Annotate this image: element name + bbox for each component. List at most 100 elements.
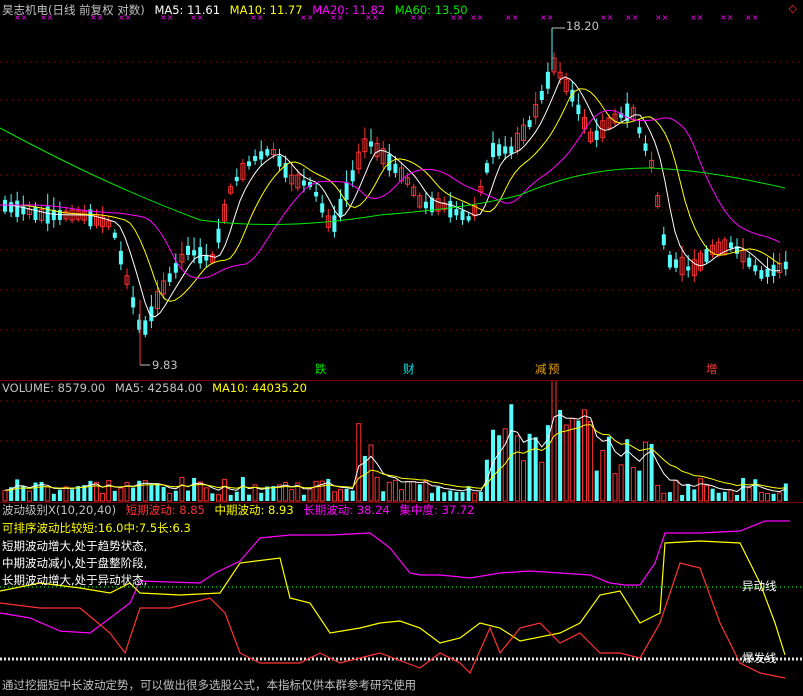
candle-down <box>9 202 14 213</box>
candle-down <box>674 259 678 268</box>
volume-bar-down <box>240 477 245 501</box>
volume-bar-down <box>558 409 563 501</box>
volume-bar-down <box>527 433 532 501</box>
candle-down <box>765 268 770 277</box>
candle-down <box>247 161 251 167</box>
volume-bar-down <box>637 470 642 501</box>
volume-bar-up <box>539 461 545 502</box>
candle-down <box>332 215 337 232</box>
volume-chart[interactable] <box>0 381 803 503</box>
volume-bar-down <box>417 484 422 501</box>
concentration-label: 集中度: 37.72 <box>399 503 475 517</box>
volume-bar-down <box>301 494 306 501</box>
ma20-label: MA20: 11.82 <box>312 3 386 17</box>
volume-bar-down <box>149 484 154 501</box>
candle-down <box>643 143 648 151</box>
signal-cross: ×× <box>720 13 733 22</box>
volume-bar-up <box>472 492 478 502</box>
volume-bar-up <box>423 480 429 502</box>
ma10-line <box>0 88 781 302</box>
volume-bar-up <box>45 486 51 502</box>
candle-down <box>503 146 508 154</box>
price-pane[interactable]: ×× ×× ×× ×× ×× ×× ×× ×× ×× ×× ×× ×× ×× ×× ×× ×× ×× ×× ×× ××… <box>0 0 803 380</box>
volume-bar-down <box>228 494 233 501</box>
candle-down <box>320 203 325 213</box>
volume-bar-down <box>210 493 215 501</box>
event-marker-1[interactable]: 跌 <box>315 362 327 377</box>
volume-pane[interactable]: VOLUME: 8579.00 MA5: 42584.00 MA10: 4403… <box>0 380 803 503</box>
volume-bar-up <box>356 423 362 502</box>
event-marker-4[interactable]: 预 <box>548 362 560 377</box>
event-marker-5[interactable]: 增 <box>706 362 718 377</box>
volume-bar-up <box>643 441 648 502</box>
volume-bar-down <box>112 490 117 501</box>
volume-bar-down <box>381 491 386 501</box>
candle-down <box>637 127 642 134</box>
candle-down <box>423 201 428 209</box>
volume-bar-down <box>186 490 190 501</box>
candle-down <box>3 199 7 212</box>
volume-bar-up <box>758 491 764 502</box>
volume-bar-down <box>680 494 685 501</box>
state-line-3: 长期波动增大,处于异动状态, <box>2 573 148 587</box>
candle-down <box>137 319 142 330</box>
signal-cross: ×× <box>745 13 758 22</box>
volume-bar-down <box>436 487 441 501</box>
candle-down <box>259 151 264 160</box>
candle-down <box>338 198 343 216</box>
candle-down <box>216 228 221 243</box>
volume-bar-up <box>399 489 404 502</box>
volume-bar-down <box>741 477 746 501</box>
candle-down <box>686 266 691 271</box>
volume-bar-down <box>155 483 160 501</box>
volume-bar-up <box>313 480 319 502</box>
volume-bar-up <box>405 480 411 502</box>
sort-label: 可排序波动比较短:16.0中:7.5长:6.3 <box>2 521 191 535</box>
candle-down <box>369 141 373 147</box>
indicator-pane[interactable]: 波动级别X(10,20,40) 短期波动: 8.85 中期波动: 8.93 长期… <box>0 502 803 696</box>
volume-bar-up <box>514 435 520 502</box>
volume-bar-down <box>716 492 721 501</box>
event-marker-3[interactable]: 减 <box>535 362 547 377</box>
ma5-line <box>0 76 781 318</box>
volume-bar-up <box>588 421 594 502</box>
candle-down <box>112 232 117 238</box>
volume-bar-down <box>576 420 581 501</box>
volume-bar-down <box>460 491 465 501</box>
candle-down <box>753 265 758 272</box>
volume-bar-up <box>392 479 398 502</box>
volume-bar-up <box>411 481 417 502</box>
volume-bar-down <box>70 489 75 501</box>
candle-down <box>393 163 398 173</box>
volume-bar-up <box>2 489 8 502</box>
price-header: 昊志机电(日线 前复权 对数) MA5: 11.61 MA10: 11.77 M… <box>2 3 474 17</box>
candle-down <box>594 130 599 140</box>
volume-bar-down <box>454 492 459 501</box>
volume-bar-up <box>100 492 106 502</box>
candle-down <box>314 192 319 197</box>
candle-down <box>576 104 581 115</box>
volume-bar-up <box>697 478 703 502</box>
candle-down <box>545 71 550 89</box>
candle-down <box>539 91 544 100</box>
signal-cross: ×× <box>690 13 703 22</box>
volume-bar-up <box>331 491 337 502</box>
price-chart[interactable]: ×× ×× ×× ×× ×× ×× ×× ×× ×× ×× ×× ×× ×× ×× ×× ×× ×× ×× ×× ××… <box>0 0 803 380</box>
mid-wave-label: 中期波动: 8.93 <box>214 503 294 517</box>
volume-bar-down <box>735 494 739 501</box>
candle-down <box>167 273 172 282</box>
diamond-icon[interactable]: ◇ <box>789 2 797 15</box>
volume-bar-down <box>771 493 776 501</box>
candle-down <box>527 120 532 128</box>
candle-down <box>460 210 465 221</box>
volume-bar-up <box>106 480 112 502</box>
stock-title: 昊志机电(日线 前复权 对数) <box>2 3 145 17</box>
candle-down <box>143 320 148 335</box>
event-marker-2[interactable]: 财 <box>403 362 415 377</box>
long-wave-label: 长期波动: 38.24 <box>303 503 390 517</box>
volume-bar-up <box>661 492 667 502</box>
volume-bar-up <box>222 478 228 502</box>
volume-bar-down <box>271 486 276 501</box>
candle-down <box>301 180 306 186</box>
anomaly-line-label: 异动线 <box>742 579 777 593</box>
